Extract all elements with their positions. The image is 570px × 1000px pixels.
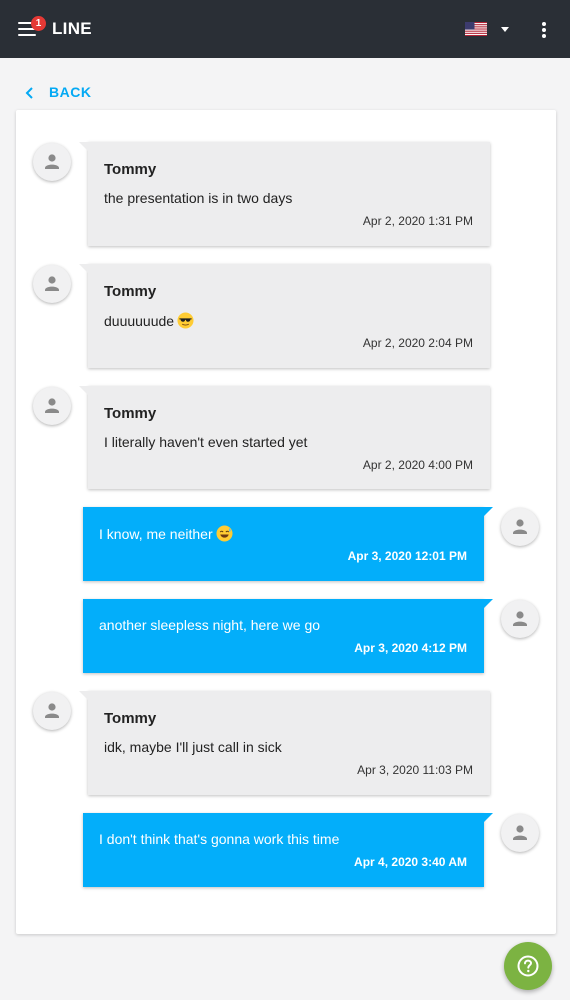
message-timestamp: Apr 2, 2020 1:31 PM	[362, 214, 473, 228]
back-label: BACK	[49, 84, 92, 100]
message-text: idk, maybe I'll just call in sick	[104, 739, 282, 755]
message-bubble-incoming: Tommy idk, maybe I'll just call in sick …	[79, 691, 490, 795]
message-bubble-incoming: Tommy the presentation is in two days Ap…	[79, 142, 490, 246]
sweat-smile-emoji-icon	[216, 525, 233, 542]
message-bubble-incoming: Tommy I literally haven't even started y…	[79, 386, 490, 489]
user-avatar	[501, 600, 539, 638]
vertical-dots-icon[interactable]	[537, 20, 551, 40]
message-bubble-incoming: Tommy duuuuuude Apr 2, 2020 2:04 PM	[79, 264, 490, 368]
contact-avatar	[33, 265, 71, 303]
message-bubble-outgoing: I don't think that's gonna work this tim…	[83, 813, 493, 887]
message-sender: Tommy	[104, 283, 157, 300]
us-flag-icon[interactable]	[465, 22, 487, 36]
message-text: I know, me neither	[99, 525, 233, 542]
user-avatar	[501, 508, 539, 546]
message-text: I don't think that's gonna work this tim…	[99, 831, 340, 847]
message-sender: Tommy	[104, 161, 157, 178]
back-button[interactable]: BACK	[25, 83, 91, 101]
contact-avatar	[33, 387, 71, 425]
contact-avatar	[33, 143, 71, 181]
contact-avatar	[33, 692, 71, 730]
message-timestamp: Apr 3, 2020 12:01 PM	[347, 549, 467, 563]
message-timestamp: Apr 2, 2020 2:04 PM	[362, 336, 473, 350]
top-app-bar: 1 LINE	[0, 0, 570, 58]
user-avatar	[501, 814, 539, 852]
sunglasses-emoji-icon	[177, 312, 194, 329]
message-bubble-outgoing: another sleepless night, here we go Apr …	[83, 599, 493, 673]
notification-badge: 1	[31, 16, 46, 31]
message-timestamp: Apr 2, 2020 4:00 PM	[362, 458, 473, 472]
message-sender: Tommy	[104, 405, 157, 422]
app-title: LINE	[52, 19, 92, 38]
help-button[interactable]	[504, 942, 552, 990]
message-timestamp: Apr 3, 2020 11:03 PM	[357, 763, 473, 777]
help-circle-icon	[517, 955, 539, 977]
message-sender: Tommy	[104, 710, 157, 727]
language-dropdown-caret-icon[interactable]	[501, 27, 509, 32]
message-timestamp: Apr 3, 2020 4:12 PM	[354, 641, 467, 655]
message-timestamp: Apr 4, 2020 3:40 AM	[354, 855, 467, 869]
message-text: another sleepless night, here we go	[99, 617, 321, 633]
message-text: duuuuuude	[104, 312, 194, 329]
message-text: the presentation is in two days	[104, 190, 293, 206]
message-text: I literally haven't even started yet	[104, 434, 308, 450]
chevron-left-icon	[25, 86, 35, 99]
message-bubble-outgoing: I know, me neither Apr 3, 2020 12:01 PM	[83, 507, 493, 581]
